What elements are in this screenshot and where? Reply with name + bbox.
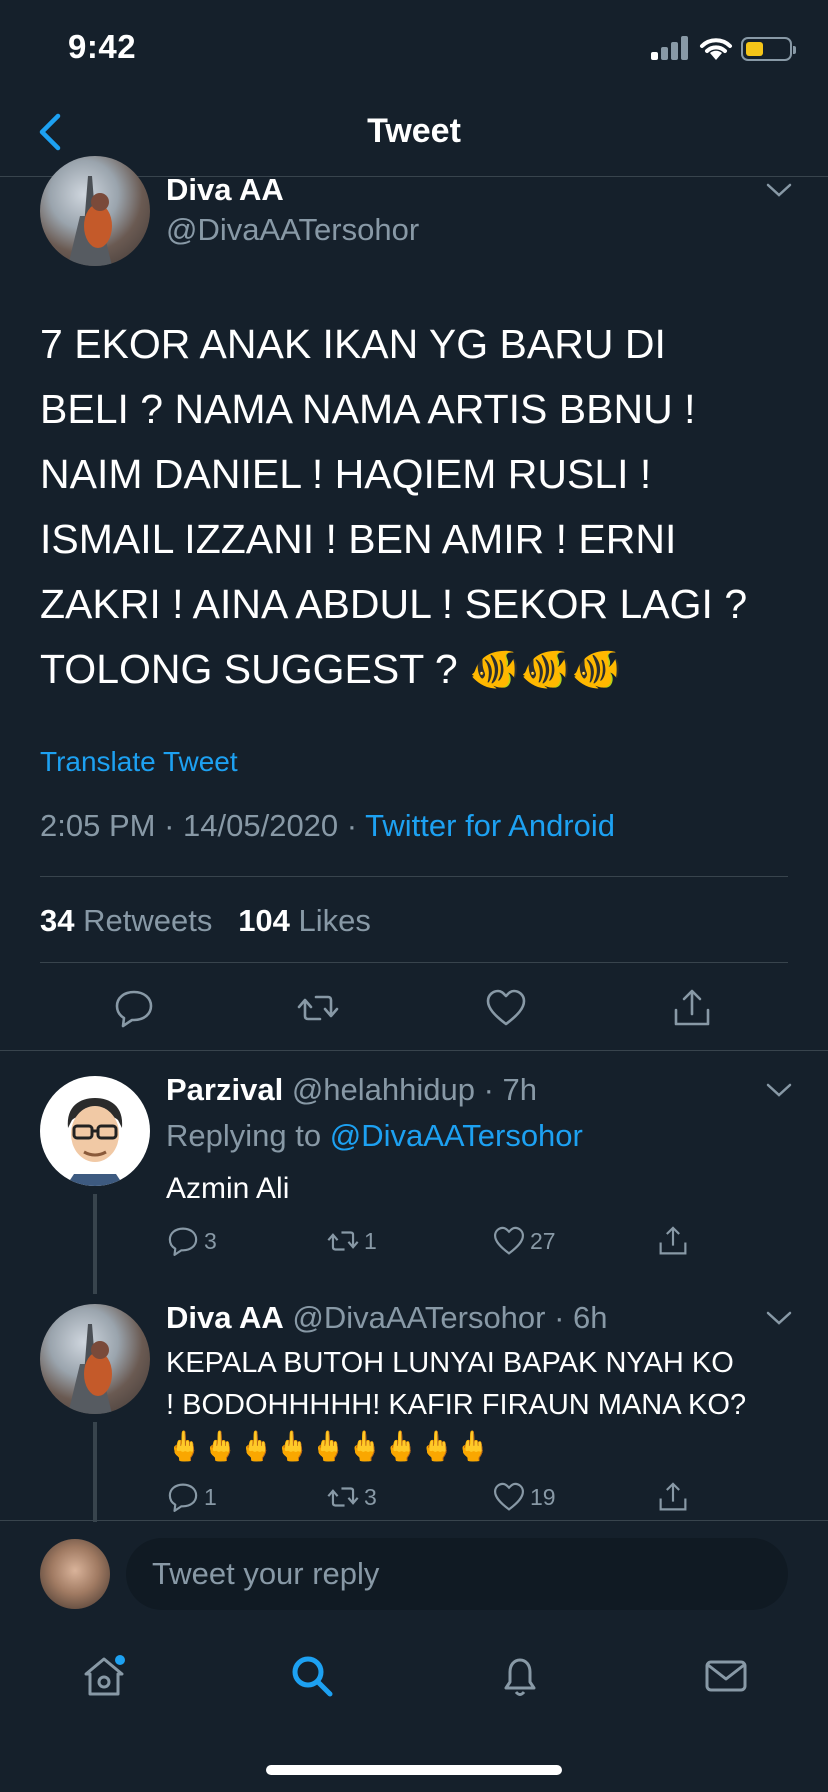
retweet-action[interactable]: 3 [326,1480,377,1514]
share-icon[interactable] [670,986,714,1030]
reply-author-handle[interactable]: @helahhidup [292,1072,475,1107]
like-action[interactable]: 27 [492,1224,556,1258]
tweet-date: 14/05/2020 [183,808,339,843]
status-time: 9:42 [68,28,137,65]
share-action[interactable] [656,1480,690,1514]
replying-to: Replying to @DivaAATersohor [166,1118,583,1153]
divider [40,962,788,963]
thread-line [93,1194,97,1294]
reply-header: Diva AA @DivaAATersohor · 6h [166,1300,608,1336]
notifications-icon[interactable] [496,1652,544,1700]
reply-input[interactable]: Tweet your reply [126,1538,788,1610]
chevron-down-icon[interactable] [764,1308,794,1328]
divider [0,1520,828,1521]
translate-tweet-link[interactable]: Translate Tweet [40,746,238,778]
share-action[interactable] [656,1224,690,1258]
reply-action[interactable]: 1 [166,1480,217,1514]
share-icon [659,1482,687,1511]
like-heart-icon [494,1482,524,1511]
meta-separator: · [155,808,184,843]
meta-separator: · [338,808,366,843]
reply-author-name[interactable]: Parzival [166,1072,283,1107]
retweet-icon [327,1231,359,1251]
cellular-signal-icon [651,36,689,60]
page-title: Tweet [367,112,461,150]
share-icon [659,1226,687,1255]
messages-icon[interactable] [702,1652,750,1700]
reply-avatar[interactable] [40,1076,150,1186]
retweet-action[interactable]: 1 [326,1224,377,1258]
like-heart-icon [494,1226,524,1255]
divider [40,876,788,877]
chevron-down-icon[interactable] [764,180,794,200]
retweet-icon [327,1487,359,1507]
reply-age: · 7h [483,1072,538,1107]
likes-stat[interactable]: 104 Likes [238,903,371,938]
tweet-text: 7 EKOR ANAK IKAN YG BARU DI BELI ? NAMA … [40,321,748,692]
author-avatar[interactable] [40,156,150,266]
reply-icon[interactable] [112,986,156,1030]
like-heart-icon[interactable] [484,986,528,1030]
tweet-stats: 34 Retweets 104 Likes [40,903,371,939]
tweet-meta: 2:05 PM · 14/05/2020 · Twitter for Andro… [40,808,615,844]
tweet-time: 2:05 PM [40,808,156,843]
reply-icon [168,1483,198,1512]
reply-avatar[interactable] [40,1304,150,1414]
author-handle[interactable]: @DivaAATersohor [166,212,419,248]
user-avatar[interactable] [40,1539,110,1609]
like-action[interactable]: 19 [492,1480,556,1514]
reply-age: · 6h [554,1300,608,1335]
thread-line [93,1422,97,1522]
retweet-icon[interactable] [296,986,340,1030]
tweet-source-link[interactable]: Twitter for Android [365,808,615,843]
battery-icon [741,37,796,61]
reply-text: Azmin Ali [166,1172,290,1205]
home-icon[interactable] [80,1652,128,1700]
wifi-icon [700,38,732,60]
retweets-stat[interactable]: 34 Retweets [40,903,212,938]
reply-header: Parzival @helahhidup · 7h [166,1072,537,1108]
home-indicator [266,1765,562,1775]
reply-action[interactable]: 3 [166,1224,217,1258]
search-icon[interactable] [288,1652,336,1700]
chevron-down-icon[interactable] [764,1080,794,1100]
reply-icon [168,1227,198,1256]
divider [0,1050,828,1051]
reply-author-name[interactable]: Diva AA [166,1300,284,1335]
reply-author-handle[interactable]: @DivaAATersohor [292,1300,545,1335]
replying-to-link[interactable]: @DivaAATersohor [330,1118,583,1153]
reply-text: KEPALA BUTOH LUNYAI BAPAK NYAH KO ! BODO… [166,1347,747,1463]
author-name[interactable]: Diva AA [166,172,284,208]
